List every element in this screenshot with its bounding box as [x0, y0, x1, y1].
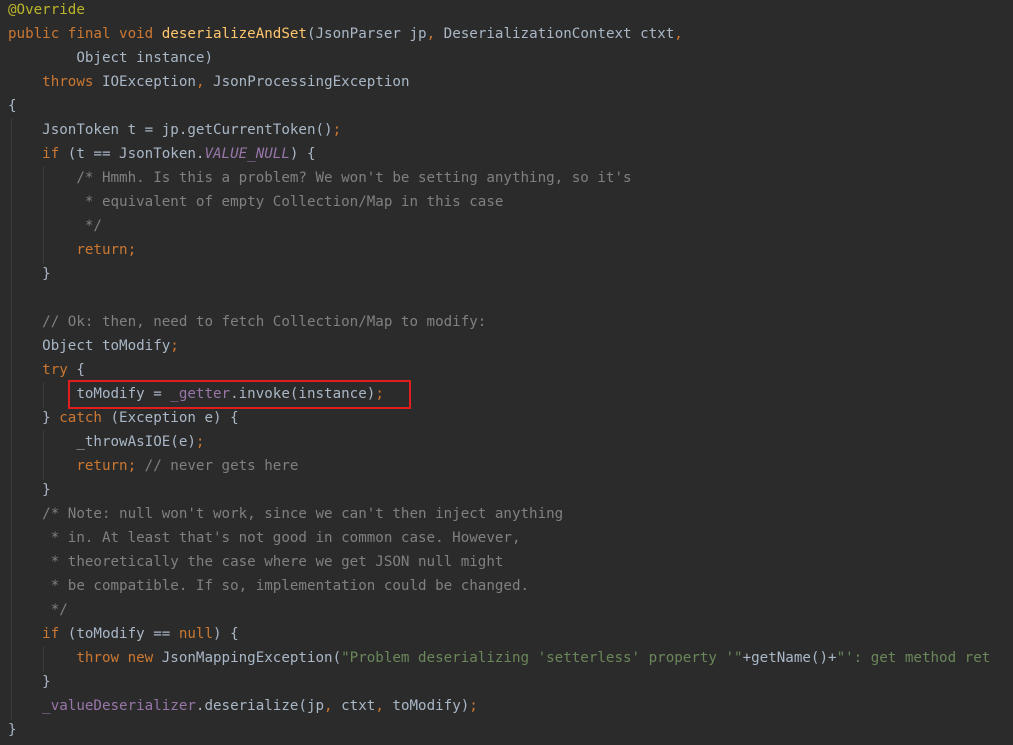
code-token: /* Note: null won't work, since we can't…	[8, 506, 564, 522]
code-token: (JsonParser jp	[306, 26, 427, 42]
code-token: }	[8, 674, 51, 690]
code-line: if (t == JsonToken.VALUE_NULL) {	[8, 142, 316, 166]
code-token: null	[178, 626, 214, 642]
code-token: (t == JsonToken.	[67, 146, 205, 162]
code-token: * be compatible. If so, implementation c…	[8, 578, 530, 594]
code-token: ;	[195, 434, 205, 450]
code-line: /* Hmmh. Is this a problem? We won't be …	[8, 166, 632, 190]
code-token: {	[76, 362, 85, 378]
code-line: }	[8, 670, 51, 694]
code-line: */	[8, 214, 102, 238]
code-token: }	[8, 266, 51, 282]
code-token: JsonMappingException(	[161, 650, 342, 666]
code-token: JsonToken t = jp.getCurrentToken()	[8, 122, 333, 138]
code-token: (Exception e) {	[110, 410, 239, 426]
code-line: throws IOException, JsonProcessingExcept…	[8, 70, 410, 94]
code-token: _valueDeserializer	[42, 698, 196, 714]
code-token: Object instance)	[8, 50, 213, 66]
code-line: /* Note: null won't work, since we can't…	[8, 502, 563, 526]
code-line: public final void deserializeAndSet(Json…	[8, 22, 683, 46]
code-token: // Ok: then, need to fetch Collection/Ma…	[8, 314, 487, 330]
code-token: _throwAsIOE(e)	[8, 434, 196, 450]
code-token: +getName()+	[742, 650, 837, 666]
code-token: * theoretically the case where we get JS…	[8, 554, 504, 570]
code-token: IOException	[101, 74, 196, 90]
code-token: return;	[8, 458, 145, 474]
code-line: * in. At least that's not good in common…	[8, 526, 521, 550]
code-token: ,	[195, 74, 214, 90]
code-token: throw new	[8, 650, 162, 666]
code-token: DeserializationContext ctxt	[443, 26, 675, 42]
code-token: * in. At least that's not good in common…	[8, 530, 521, 546]
code-line: return; // never gets here	[8, 454, 298, 478]
code-token: VALUE_NULL	[204, 146, 290, 162]
code-line: }	[8, 478, 51, 502]
code-line: _throwAsIOE(e);	[8, 430, 204, 454]
code-token: if	[8, 626, 68, 642]
code-line: throw new JsonMappingException("Problem …	[8, 646, 990, 670]
code-token: ,	[426, 26, 444, 42]
code-token: "Problem deserializing 'setterless' prop…	[341, 650, 743, 666]
code-token: */	[8, 218, 102, 234]
code-line: * theoretically the case where we get JS…	[8, 550, 504, 574]
code-line: _valueDeserializer.deserialize(jp, ctxt,…	[8, 694, 478, 718]
code-token: * equivalent of empty Collection/Map in …	[8, 194, 504, 210]
code-line: JsonToken t = jp.getCurrentToken();	[8, 118, 341, 142]
code-token: deserializeAndSet	[161, 26, 307, 42]
code-line: Object toModify;	[8, 334, 179, 358]
code-token: (toModify ==	[67, 626, 179, 642]
code-token: {	[8, 98, 17, 114]
code-editor[interactable]: @Override public final void deserializeAn…	[0, 0, 1013, 745]
code-token: }	[8, 482, 51, 498]
code-token: "': get method ret	[836, 650, 991, 666]
code-token: ;	[332, 122, 342, 138]
highlight-box	[68, 380, 411, 409]
code-token: ,	[324, 698, 342, 714]
code-token: ;	[170, 338, 179, 354]
code-token: ctxt	[341, 698, 376, 714]
code-token: catch	[59, 410, 111, 426]
code-token: ) {	[289, 146, 316, 162]
code-line: try {	[8, 358, 85, 382]
code-token: throws	[8, 74, 102, 90]
code-token: .deserialize(jp	[195, 698, 325, 714]
code-line: }	[8, 262, 51, 286]
code-line: return;	[8, 238, 136, 262]
code-token: toModify)	[392, 698, 470, 714]
code-line: */	[8, 598, 68, 622]
code-token: ) {	[213, 626, 239, 642]
code-token: ;	[469, 698, 478, 714]
code-token: ,	[674, 26, 683, 42]
code-token: // never gets here	[144, 458, 299, 474]
code-token: return;	[8, 242, 137, 258]
code-token: */	[8, 602, 68, 618]
code-line: Object instance)	[8, 46, 213, 70]
code-line: } catch (Exception e) {	[8, 406, 239, 430]
code-line: {	[8, 94, 17, 118]
code-line: }	[8, 718, 17, 742]
code-line: * be compatible. If so, implementation c…	[8, 574, 529, 598]
code-line: // Ok: then, need to fetch Collection/Ma…	[8, 310, 486, 334]
code-token: /* Hmmh. Is this a problem? We won't be …	[8, 170, 632, 186]
code-token: if	[8, 146, 68, 162]
code-token: JsonProcessingException	[213, 74, 410, 90]
code-token: try	[8, 362, 77, 378]
code-token: }	[8, 410, 60, 426]
code-token: Object toModify	[8, 338, 171, 354]
code-token: }	[8, 722, 17, 738]
code-line: * equivalent of empty Collection/Map in …	[8, 190, 504, 214]
code-token: public final void	[8, 26, 162, 42]
code-token: @Override	[8, 2, 85, 18]
code-line: if (toModify == null) {	[8, 622, 239, 646]
code-token: ,	[375, 698, 393, 714]
code-line: @Override	[8, 0, 85, 22]
